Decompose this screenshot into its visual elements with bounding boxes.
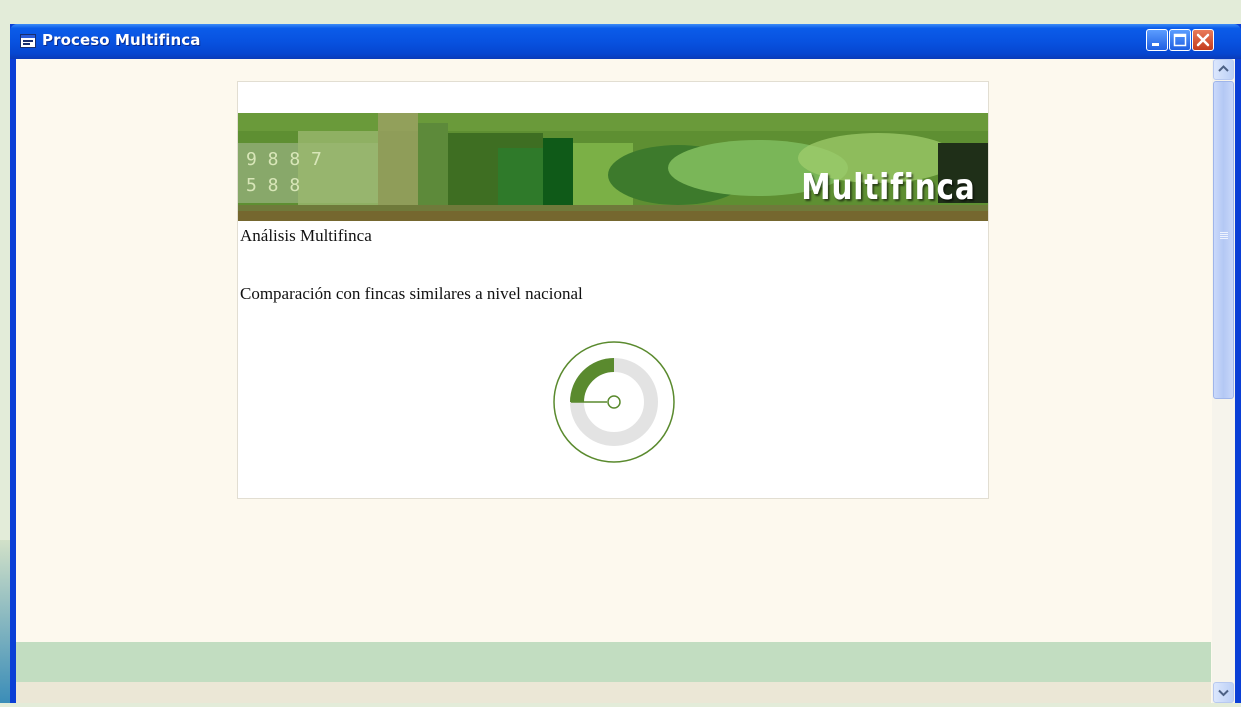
chevron-up-icon [1218, 65, 1229, 72]
grip-icon [1220, 232, 1228, 239]
window-title: Proceso Multifinca [42, 31, 201, 49]
close-button[interactable] [1192, 29, 1214, 51]
loading-spinner-icon [551, 339, 677, 465]
client-area: 9 8 8 7 5 8 8 Multifinca Análisis Multif… [16, 59, 1235, 703]
app-window: Proceso Multifinca 9 8 8 7 5 8 8 Multifi… [10, 24, 1241, 703]
svg-text:5 8 8: 5 8 8 [246, 175, 300, 196]
analysis-heading: Análisis Multifinca [240, 226, 372, 245]
scroll-thumb[interactable] [1213, 81, 1234, 399]
minimize-button[interactable] [1146, 29, 1168, 51]
bottom-strip [16, 682, 1211, 703]
app-window-icon [20, 34, 36, 48]
svg-text:9 8 8 7: 9 8 8 7 [246, 149, 322, 170]
banner-title: Multifinca [801, 167, 976, 208]
content-panel: 9 8 8 7 5 8 8 Multifinca Análisis Multif… [237, 81, 989, 499]
title-bar[interactable]: Proceso Multifinca [10, 24, 1241, 59]
scroll-up-button[interactable] [1213, 59, 1234, 80]
chevron-down-icon [1218, 689, 1229, 697]
status-bar [16, 642, 1211, 682]
vertical-scrollbar[interactable] [1212, 59, 1235, 703]
comparison-subheading: Comparación con fincas similares a nivel… [240, 284, 583, 303]
maximize-button[interactable] [1169, 29, 1191, 51]
multifinca-banner: 9 8 8 7 5 8 8 Multifinca [238, 113, 988, 221]
maximize-icon [1173, 33, 1187, 47]
desktop-edge [0, 540, 10, 703]
minimize-icon [1152, 43, 1159, 46]
close-icon [1196, 33, 1210, 47]
scroll-down-button[interactable] [1213, 682, 1234, 703]
